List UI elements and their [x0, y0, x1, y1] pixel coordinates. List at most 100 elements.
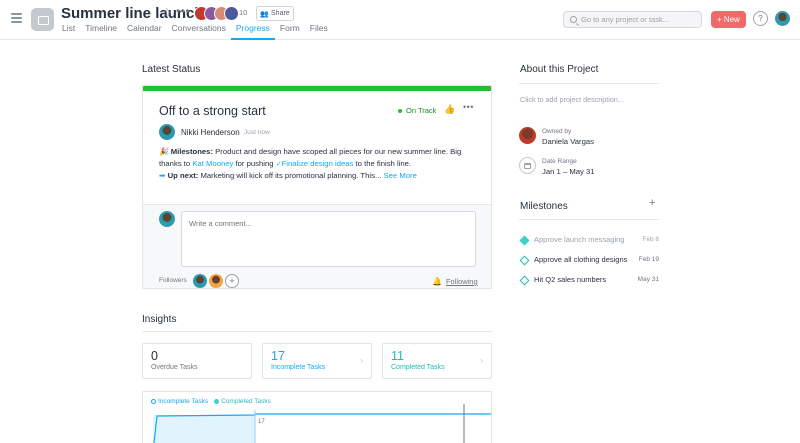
post-time: Just now [244, 129, 270, 136]
plus-icon: + [717, 15, 722, 24]
mention-link[interactable]: Kat Mooney [192, 159, 233, 168]
new-label: New [723, 15, 740, 24]
about-divider [519, 83, 659, 84]
burnup-chart: 17 Incomplete Tasks Completed Tasks [142, 391, 492, 443]
help-button[interactable]: ? [753, 11, 768, 26]
milestones-label: Milestones: [170, 147, 214, 156]
latest-status-heading: Latest Status [142, 64, 201, 75]
more-options-icon[interactable]: ••• [463, 102, 474, 112]
add-milestone-button[interactable]: + [649, 197, 655, 209]
milestones-text: for pushing [235, 158, 274, 168]
share-button[interactable]: 👥 Share [256, 6, 294, 21]
share-label: Share [271, 10, 290, 17]
owner-label: Owned by [542, 128, 572, 135]
tab-calendar[interactable]: Calendar [122, 23, 167, 40]
follower-avatar[interactable] [193, 274, 207, 288]
thumbs-up-icon[interactable]: 👍 [444, 104, 455, 115]
status-indicator: On Track [398, 106, 436, 115]
author-avatar[interactable] [159, 124, 175, 140]
tab-conversations[interactable]: Conversations [167, 23, 231, 40]
milestone-row[interactable]: Approve all clothing designs Feb 19 [519, 255, 659, 269]
party-icon: 🎉 [159, 147, 169, 156]
milestone-diamond-icon[interactable] [519, 255, 530, 266]
up-next-label: Up next: [167, 171, 199, 180]
incomplete-count: 17 [271, 349, 285, 363]
milestone-date: Feb 19 [638, 256, 659, 263]
milestone-diamond-icon[interactable] [519, 275, 530, 286]
status-dot-icon [398, 108, 402, 113]
owner-avatar[interactable] [519, 127, 536, 144]
chevron-right-icon: › [360, 355, 363, 365]
status-color-bar [143, 86, 491, 91]
follower-avatar[interactable] [209, 274, 223, 288]
commenter-avatar [159, 211, 175, 227]
completed-tasks-card[interactable]: 11 Completed Tasks › [382, 343, 492, 379]
more-options-icon[interactable]: ••• [176, 4, 190, 18]
status-body: 🎉 Milestones: Product and design have sc… [159, 146, 479, 182]
project-tabs: List Timeline Calendar Conversations Pro… [61, 23, 333, 40]
milestones-divider [519, 219, 659, 220]
milestones-heading: Milestones [520, 201, 568, 212]
milestone-complete-icon[interactable] [519, 235, 530, 246]
calendar-icon[interactable] [519, 157, 536, 174]
status-title: Off to a strong start [159, 104, 266, 118]
about-heading: About this Project [520, 64, 599, 75]
milestone-date: Feb 8 [642, 236, 659, 243]
search-input[interactable]: Go to any project or task... [563, 11, 702, 28]
status-label: On Track [406, 106, 437, 115]
tab-form[interactable]: Form [275, 23, 305, 40]
author-name[interactable]: Nikki Henderson [181, 128, 240, 137]
new-button[interactable]: + New [711, 11, 746, 28]
up-next-icon: ➡ [159, 171, 166, 180]
followers-label: Followers [159, 277, 187, 284]
tab-files[interactable]: Files [305, 23, 333, 40]
bell-icon: 🔔 [432, 277, 442, 286]
search-icon [570, 16, 577, 23]
insights-divider [142, 331, 492, 332]
milestone-row[interactable]: Hit Q2 sales numbers May 31 [519, 275, 659, 289]
completed-count: 11 [391, 349, 404, 363]
incomplete-label: Incomplete Tasks [271, 364, 325, 371]
milestone-date: May 31 [637, 276, 659, 283]
add-follower-button[interactable]: + [225, 274, 239, 288]
chart-legend: Incomplete Tasks Completed Tasks [151, 398, 271, 405]
legend-incomplete[interactable]: Incomplete Tasks [151, 398, 208, 405]
member-avatar [224, 6, 239, 21]
user-avatar[interactable] [775, 11, 790, 26]
member-count: 10 [239, 8, 248, 17]
date-range-label: Date Range [542, 158, 577, 165]
insights-heading: Insights [142, 314, 177, 325]
incomplete-tasks-card[interactable]: 17 Incomplete Tasks › [262, 343, 372, 379]
legend-incomplete-label: Incomplete Tasks [158, 398, 209, 405]
milestone-name: Hit Q2 sales numbers [534, 275, 607, 284]
milestone-name: Approve all clothing designs [534, 255, 628, 264]
milestone-row[interactable]: Approve launch messaging Feb 8 [519, 235, 659, 249]
legend-completed[interactable]: Completed Tasks [214, 398, 271, 405]
owner-name[interactable]: Daniela Vargas [542, 137, 594, 146]
tab-timeline[interactable]: Timeline [80, 23, 122, 40]
legend-completed-label: Completed Tasks [221, 398, 271, 405]
see-more-link[interactable]: See More [384, 171, 417, 180]
top-bar: Summer line launch ☆ ••• 10 👥 Share List… [0, 0, 800, 40]
people-icon: 👥 [260, 10, 270, 18]
hamburger-menu-icon[interactable] [11, 13, 22, 23]
project-icon [31, 8, 54, 31]
overdue-tasks-card[interactable]: 0 Overdue Tasks [142, 343, 252, 379]
overdue-label: Overdue Tasks [151, 364, 198, 371]
milestones-text: to the finish line. [355, 158, 412, 168]
tab-progress[interactable]: Progress [230, 23, 275, 40]
project-description-input[interactable]: Click to add project description... [520, 95, 624, 104]
date-range-value[interactable]: Jan 1 – May 31 [542, 167, 595, 176]
task-link[interactable]: Finalize design ideas [282, 159, 354, 168]
comment-input[interactable] [181, 211, 476, 267]
up-next-text: Marketing will kick off its promotional … [200, 171, 382, 180]
star-icon[interactable]: ☆ [161, 5, 173, 21]
overdue-count: 0 [151, 349, 158, 363]
following-label: Following [445, 277, 478, 286]
tab-list[interactable]: List [61, 23, 80, 40]
milestone-name: Approve launch messaging [534, 235, 625, 244]
chevron-right-icon: › [480, 355, 483, 365]
incomplete-area [153, 415, 255, 443]
legend-completed-icon [214, 399, 220, 404]
following-toggle[interactable]: 🔔 Following [432, 277, 478, 286]
